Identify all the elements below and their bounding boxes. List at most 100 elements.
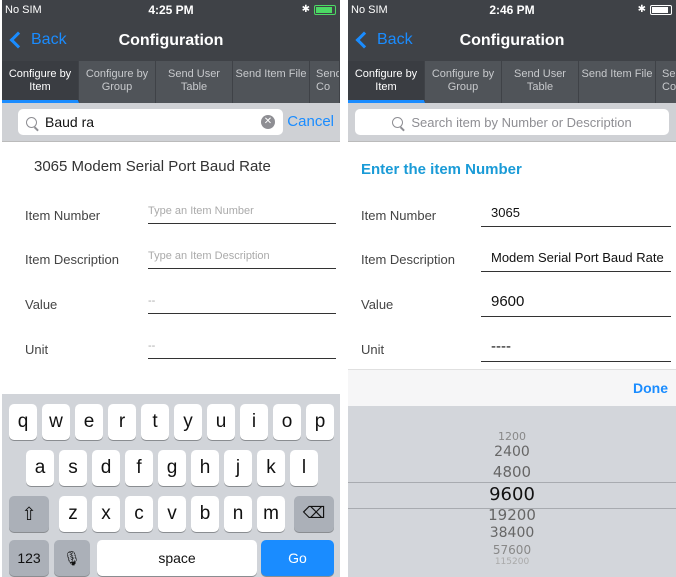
key-v[interactable]: v xyxy=(158,496,186,532)
battery-icon xyxy=(650,4,672,15)
tab-configure-by-item[interactable]: Configure by Item xyxy=(2,61,79,103)
tab-send-co[interactable]: Send Co xyxy=(310,61,340,103)
key-t[interactable]: t xyxy=(141,404,169,440)
picker-option[interactable]: 57600 xyxy=(348,543,676,557)
value-label: Value xyxy=(25,297,58,312)
picker-option-selected[interactable]: 9600 xyxy=(348,484,676,505)
page-title: Configuration xyxy=(459,32,565,49)
backspace-key[interactable]: ⌫ xyxy=(294,496,334,532)
key-z[interactable]: z xyxy=(59,496,87,532)
search-input[interactable]: Search item by Number or Description xyxy=(355,109,669,135)
unit-label: Unit xyxy=(361,342,385,357)
bluetooth-icon: ✱ xyxy=(301,4,310,15)
tab-send-item-file[interactable]: Send Item File xyxy=(579,61,656,103)
search-bar: Baud ra ✕ Cancel xyxy=(2,103,340,142)
cancel-button[interactable]: Cancel xyxy=(287,113,334,130)
picker-option[interactable]: 19200 xyxy=(348,506,676,524)
tab-send-user-table[interactable]: Send User Table xyxy=(156,61,233,103)
tab-bar: Configure by Item Configure by Group Sen… xyxy=(348,61,676,103)
tab-send-co[interactable]: Send Co xyxy=(656,61,676,103)
picker-option[interactable]: 4800 xyxy=(348,463,676,481)
tab-configure-by-group[interactable]: Configure by Group xyxy=(79,61,156,103)
key-y[interactable]: y xyxy=(174,404,202,440)
key-l[interactable]: l xyxy=(290,450,318,486)
status-time: 4:25 PM xyxy=(148,3,194,17)
picker-option[interactable]: 38400 xyxy=(348,525,676,541)
key-m[interactable]: m xyxy=(257,496,285,532)
item-description-label: Item Description xyxy=(25,252,119,267)
key-u[interactable]: u xyxy=(207,404,235,440)
key-w[interactable]: w xyxy=(42,404,70,440)
unit-field[interactable]: ---- xyxy=(481,338,671,362)
key-o[interactable]: o xyxy=(273,404,301,440)
right-screen: No SIM 2:46 PM ✱ Back Configuration Conf… xyxy=(348,0,676,577)
key-p[interactable]: p xyxy=(306,404,334,440)
picker-option[interactable]: 2400 xyxy=(348,444,676,460)
item-number-field[interactable]: 3065 xyxy=(481,205,671,227)
tab-configure-by-group[interactable]: Configure by Group xyxy=(425,61,502,103)
value-picker[interactable]: 1200 2400 4800 9600 19200 38400 57600 11… xyxy=(348,406,676,577)
backspace-icon: ⌫ xyxy=(302,505,326,522)
key-h[interactable]: h xyxy=(191,450,219,486)
value-field[interactable]: -- xyxy=(148,295,336,314)
item-description-field[interactable]: Type an Item Description xyxy=(148,250,336,269)
search-bar: Search item by Number or Description xyxy=(348,103,676,142)
item-number-label: Item Number xyxy=(361,208,437,223)
page-title: Configuration xyxy=(118,32,224,49)
search-text: Baud ra xyxy=(45,114,95,130)
item-number-label: Item Number xyxy=(25,208,101,223)
enter-item-prompt: Enter the item Number xyxy=(361,161,522,178)
key-f[interactable]: f xyxy=(125,450,153,486)
tab-send-item-file[interactable]: Send Item File xyxy=(233,61,310,103)
shift-key[interactable]: ⇧ xyxy=(9,496,49,532)
space-key[interactable]: space xyxy=(97,540,257,576)
key-k[interactable]: k xyxy=(257,450,285,486)
bluetooth-icon: ✱ xyxy=(637,4,646,15)
navigation-bar: Back Configuration xyxy=(348,21,676,61)
status-time: 2:46 PM xyxy=(489,3,535,17)
done-button[interactable]: Done xyxy=(633,380,668,396)
unit-field[interactable]: -- xyxy=(148,340,336,359)
picker-option[interactable]: 1200 xyxy=(348,430,676,443)
battery-icon xyxy=(314,4,336,15)
key-a[interactable]: a xyxy=(26,450,54,486)
key-s[interactable]: s xyxy=(59,450,87,486)
unit-label: Unit xyxy=(25,342,49,357)
key-i[interactable]: i xyxy=(240,404,268,440)
key-e[interactable]: e xyxy=(75,404,103,440)
navigation-bar: Back Configuration xyxy=(2,21,340,61)
clear-icon[interactable]: ✕ xyxy=(261,115,275,129)
item-description-field[interactable]: Modem Serial Port Baud Rate xyxy=(481,250,671,272)
status-bar: No SIM 4:25 PM ✱ xyxy=(2,0,340,21)
go-key[interactable]: Go xyxy=(261,540,334,576)
key-j[interactable]: j xyxy=(224,450,252,486)
picker-option[interactable]: 115200 xyxy=(348,557,676,567)
microphone-icon: 🎙 xyxy=(63,550,81,566)
left-screen: No SIM 4:25 PM ✱ Back Configuration Conf… xyxy=(2,0,340,577)
tab-send-user-table[interactable]: Send User Table xyxy=(502,61,579,103)
search-placeholder: Search item by Number or Description xyxy=(411,114,632,130)
dictation-key[interactable]: 🎙 xyxy=(54,540,90,576)
key-d[interactable]: d xyxy=(92,450,120,486)
keyboard: q w e r t y u i o p a s d f g h j k l ⇧ … xyxy=(2,394,340,577)
tab-configure-by-item[interactable]: Configure by Item xyxy=(348,61,425,103)
search-input[interactable]: Baud ra ✕ xyxy=(18,109,283,135)
value-field[interactable]: 9600 xyxy=(481,293,671,317)
tab-bar: Configure by Item Configure by Group Sen… xyxy=(2,61,340,103)
value-label: Value xyxy=(361,297,394,312)
numbers-key[interactable]: 123 xyxy=(9,540,49,576)
search-icon xyxy=(392,116,404,128)
key-q[interactable]: q xyxy=(9,404,37,440)
key-x[interactable]: x xyxy=(92,496,120,532)
key-r[interactable]: r xyxy=(108,404,136,440)
search-result-item[interactable]: 3065 Modem Serial Port Baud Rate xyxy=(34,158,271,175)
key-g[interactable]: g xyxy=(158,450,186,486)
item-number-field[interactable]: Type an Item Number xyxy=(148,205,336,224)
search-icon xyxy=(26,116,37,128)
picker-toolbar: Done xyxy=(348,369,676,407)
key-n[interactable]: n xyxy=(224,496,252,532)
key-c[interactable]: c xyxy=(125,496,153,532)
status-bar: No SIM 2:46 PM ✱ xyxy=(348,0,676,21)
shift-icon: ⇧ xyxy=(21,504,37,524)
key-b[interactable]: b xyxy=(191,496,219,532)
